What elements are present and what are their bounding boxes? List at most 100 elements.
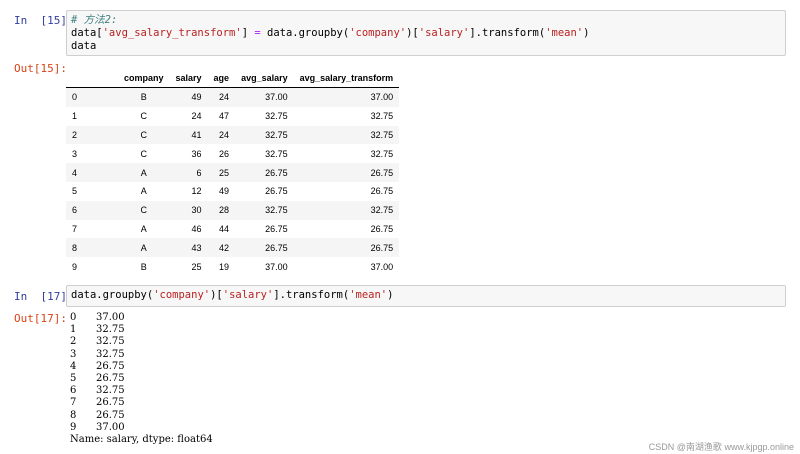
table-row: 1 C 24 47 32.75 32.75 [66, 107, 399, 126]
series-value: 26.75 [96, 409, 125, 421]
series-index: 2 [70, 336, 77, 348]
series-value: 32.75 [96, 348, 125, 360]
table-cell: 37.00 [370, 92, 394, 103]
series-row: 4 26.75 [70, 361, 125, 373]
series-row: 2 32.75 [70, 336, 125, 348]
series-index: 5 [70, 373, 77, 385]
table-cell: A [140, 242, 147, 253]
table-row: 6 C 30 28 32.75 32.75 [66, 200, 400, 220]
table-cell: 24 [191, 111, 202, 122]
code-comment: # 方法2: [71, 14, 118, 26]
table-cell: 26.75 [370, 167, 394, 178]
table-cell: 24 [219, 129, 230, 140]
table-cell: 49 [191, 92, 202, 103]
table-cell: 32.75 [370, 148, 394, 159]
column-header-age: age [207, 68, 236, 88]
table-cell: 37.00 [265, 261, 288, 272]
series-value: 32.75 [96, 385, 125, 397]
table-cell: 26.75 [370, 223, 394, 234]
table-cell: 37.00 [265, 92, 288, 103]
table-cell: 25 [191, 261, 202, 272]
input-prompt-17: In [17]: [14, 290, 74, 303]
table-row: 5 A 12 49 26.75 26.75 [66, 182, 399, 201]
series-row: 7 26.75 [70, 397, 125, 409]
table-cell: 32.75 [265, 148, 288, 159]
watermark: CSDN @南湖渔歌 www.kjpgp.online [648, 442, 794, 452]
table-cell: 32.75 [265, 129, 288, 140]
table-cell: A [140, 186, 147, 197]
table-cell: 30 [191, 205, 202, 216]
dataframe-table: company salary age avg_salary avg_salary_tra… [66, 68, 400, 276]
code-line-assign: data['avg_salary_transform'] = data.grou… [71, 27, 590, 39]
row-index: 9 [72, 261, 78, 272]
series-index: 9 [70, 421, 77, 433]
table-cell: 26.75 [265, 167, 288, 178]
input-prompt-15: In [15]: [14, 14, 74, 27]
table-row: 3 C 36 26 32.75 32.75 [66, 144, 399, 163]
table-cell: 26.75 [265, 186, 288, 197]
code-line-transform: data.groupby('company')['salary'].transf… [71, 289, 394, 301]
series-index: 0 [70, 312, 77, 323]
series-row: 0 37.00 [70, 312, 125, 324]
series-value: 37.00 [96, 312, 125, 323]
series-value: 26.75 [96, 373, 125, 385]
table-cell: 46 [191, 223, 202, 234]
series-value: 32.75 [96, 336, 125, 348]
series-value: 37.00 [96, 421, 125, 433]
series-index: 7 [70, 397, 77, 409]
series-row: 3 32.75 [70, 349, 125, 361]
table-cell: 32.75 [265, 205, 288, 216]
table-cell: 43 [191, 242, 202, 253]
table-cell: 25 [219, 167, 230, 178]
row-index: 6 [72, 205, 78, 216]
series-row: 5 26.75 [70, 373, 125, 385]
table-cell: 32.75 [370, 205, 394, 216]
table-row: 0 B 49 24 37.00 37.00 [66, 87, 400, 107]
table-cell: 28 [219, 205, 230, 216]
series-index: 3 [70, 348, 77, 360]
series-value: 32.75 [96, 324, 125, 336]
table-cell: C [140, 129, 148, 140]
series-index: 8 [70, 409, 77, 421]
code-cell-17[interactable]: data.groupby('company')['salary'].transf… [66, 285, 786, 307]
series-row: 6 32.75 [70, 385, 125, 397]
series-footer: Name: salary, dtype: float64 [70, 434, 213, 445]
table-row: 7 A 46 44 26.75 26.75 [66, 220, 399, 239]
series-value: 26.75 [96, 397, 125, 409]
table-cell: 26 [219, 148, 230, 159]
table-cell: 44 [219, 223, 230, 234]
column-header-company: company [118, 68, 170, 88]
table-cell: C [140, 111, 148, 122]
table-cell: C [140, 148, 148, 159]
table-cell: 32.75 [265, 111, 288, 122]
table-cell: A [140, 223, 147, 234]
row-index: 0 [72, 92, 78, 103]
table-row: 9 B 25 19 37.00 37.00 [66, 257, 399, 276]
table-cell: 41 [191, 129, 202, 140]
table-cell: 42 [219, 242, 230, 253]
code-cell-15[interactable]: # 方法2: data['avg_salary_transform'] = da… [66, 10, 786, 56]
table-cell: 36 [191, 148, 202, 159]
column-header-salary: salary [169, 68, 208, 88]
table-cell: 19 [219, 261, 230, 272]
table-cell: 6 [196, 167, 202, 178]
series-index: 1 [70, 324, 77, 336]
table-cell: 26.75 [370, 186, 394, 197]
row-index: 2 [72, 129, 78, 140]
table-cell: A [140, 167, 147, 178]
row-index: 8 [72, 242, 78, 253]
table-cell: 26.75 [370, 242, 394, 253]
table-cell: 37.00 [370, 261, 394, 272]
output-prompt-15: Out[15]: [14, 62, 67, 75]
series-index: 4 [70, 360, 77, 372]
table-body: 0 B 49 24 37.00 37.00 1 C 24 47 32.75 32.75 2 C 41 24 32… [66, 87, 400, 276]
table-cell: C [140, 205, 148, 216]
table-cell: B [140, 92, 147, 103]
table-cell: 12 [191, 186, 202, 197]
table-cell: 24 [219, 92, 230, 103]
table-row: 2 C 41 24 32.75 32.75 [66, 125, 400, 145]
row-index: 5 [72, 186, 78, 197]
row-index: 3 [72, 148, 78, 159]
code-line-data: data [71, 40, 97, 52]
table-cell: 26.75 [265, 223, 288, 234]
